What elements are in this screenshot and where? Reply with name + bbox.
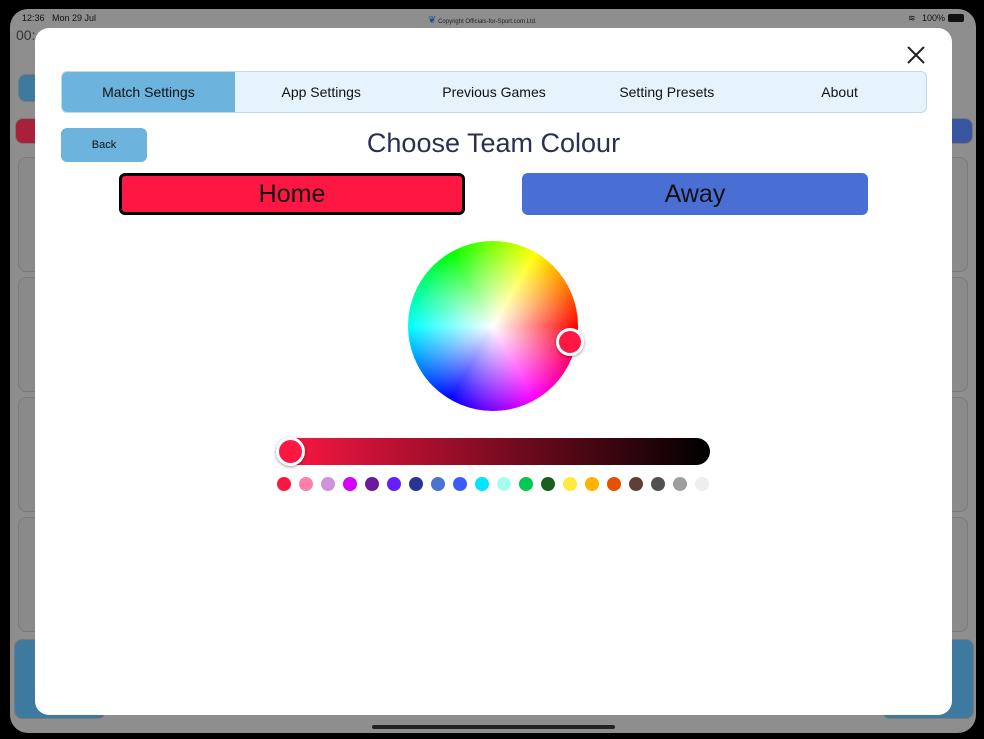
wifi-icon: ≋ — [908, 13, 916, 23]
brightness-slider[interactable] — [278, 438, 710, 465]
status-time: 12:36 — [22, 13, 45, 23]
tab-about[interactable]: About — [753, 72, 926, 112]
home-team-button[interactable]: Home — [119, 173, 465, 215]
color-swatch[interactable] — [607, 477, 621, 491]
color-swatch[interactable] — [695, 477, 709, 491]
logo-icon: ❦ — [428, 15, 437, 26]
color-swatch[interactable] — [409, 477, 423, 491]
copyright-label: Copyright Officials-for-Sport.com Ltd. — [438, 19, 537, 25]
color-swatch[interactable] — [387, 477, 401, 491]
color-swatch[interactable] — [453, 477, 467, 491]
color-swatch[interactable] — [651, 477, 665, 491]
color-swatch[interactable] — [585, 477, 599, 491]
color-swatch[interactable] — [277, 477, 291, 491]
color-swatches — [277, 477, 709, 491]
color-swatch[interactable] — [475, 477, 489, 491]
brightness-slider-handle[interactable] — [276, 437, 305, 466]
color-swatch[interactable] — [629, 477, 643, 491]
color-wheel-handle[interactable] — [556, 328, 584, 356]
status-date: Mon 29 Jul — [52, 13, 97, 23]
close-icon[interactable] — [905, 44, 927, 66]
color-swatch[interactable] — [365, 477, 379, 491]
tab-previous-games[interactable]: Previous Games — [408, 72, 581, 112]
settings-modal: Match Settings App Settings Previous Gam… — [35, 28, 952, 715]
battery-level: 100% — [922, 13, 946, 23]
tab-bar: Match Settings App Settings Previous Gam… — [61, 71, 927, 113]
battery-icon — [948, 14, 964, 22]
color-swatch[interactable] — [541, 477, 555, 491]
color-swatch[interactable] — [343, 477, 357, 491]
color-swatch[interactable] — [431, 477, 445, 491]
tab-app-settings[interactable]: App Settings — [235, 72, 408, 112]
tab-setting-presets[interactable]: Setting Presets — [580, 72, 753, 112]
copyright-text: ❦ Copyright Officials-for-Sport.com Ltd. — [428, 15, 537, 26]
color-swatch[interactable] — [563, 477, 577, 491]
color-swatch[interactable] — [519, 477, 533, 491]
color-swatch[interactable] — [497, 477, 511, 491]
color-swatch[interactable] — [673, 477, 687, 491]
color-wheel[interactable] — [408, 241, 578, 411]
timer-text: 00: — [16, 27, 36, 43]
tab-match-settings[interactable]: Match Settings — [62, 72, 235, 112]
page-title: Choose Team Colour — [366, 128, 621, 158]
color-swatch[interactable] — [299, 477, 313, 491]
color-swatch[interactable] — [321, 477, 335, 491]
home-indicator — [372, 725, 615, 729]
away-team-button[interactable]: Away — [522, 173, 868, 215]
